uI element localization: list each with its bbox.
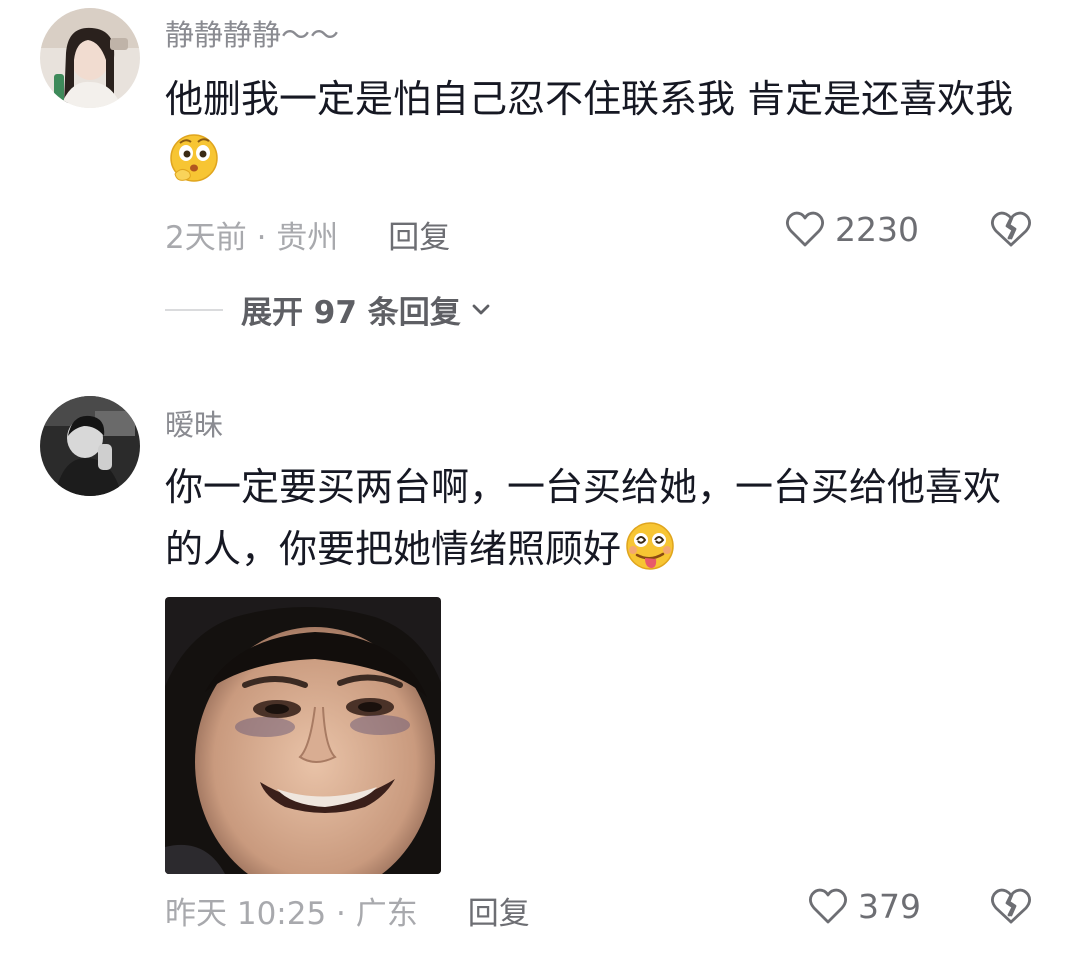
expand-divider: [165, 308, 223, 311]
avatar[interactable]: [40, 8, 140, 108]
comment-meta: 昨天 10:25 · 广东 回复: [165, 888, 530, 933]
reply-button[interactable]: 回复: [388, 212, 450, 257]
meme-face-image: [165, 597, 441, 874]
comment-time-location: 2天前 · 贵州: [165, 220, 339, 256]
like-count: 379: [858, 886, 921, 926]
broken-heart-icon: [991, 211, 1031, 247]
expand-replies-label: 展开 97 条回复: [241, 295, 461, 331]
dizzy-tongue-emoji-icon: [623, 518, 677, 572]
like-button[interactable]: 379: [806, 884, 921, 928]
like-count: 2230: [835, 209, 919, 249]
comment-text: 你一定要买两台啊，一台买给她，一台买给他喜欢的人，你要把她情绪照顾好: [165, 456, 1035, 580]
comment-item: 暧昧 你一定要买两台啊，一台买给她，一台买给他喜欢的人，你要把她情绪照顾好 昨天…: [0, 390, 1080, 953]
comment-username[interactable]: 暧昧: [165, 402, 223, 444]
comment-text-body: 他删我一定是怕自己忍不住联系我 肯定是还喜欢我: [165, 77, 1014, 121]
avatar[interactable]: [40, 396, 140, 496]
dislike-button[interactable]: [988, 207, 1034, 251]
sly-thinking-emoji-icon: [167, 130, 221, 184]
reply-button[interactable]: 回复: [468, 888, 530, 933]
like-button[interactable]: 2230: [783, 207, 919, 251]
dislike-button[interactable]: [988, 884, 1034, 928]
heart-outline-icon: [809, 888, 847, 924]
comment-meta: 2天前 · 贵州 回复: [165, 212, 450, 257]
heart-outline-icon: [786, 211, 824, 247]
broken-heart-icon: [991, 888, 1031, 924]
comment-username[interactable]: 静静静静～～: [165, 12, 339, 54]
comment-time-location: 昨天 10:25 · 广东: [165, 896, 418, 932]
comment-item: 静静静静～～ 他删我一定是怕自己忍不住联系我 肯定是还喜欢我 2天前 · 贵州 …: [0, 0, 1080, 350]
chevron-down-icon: [472, 304, 490, 314]
comment-text-body: 你一定要买两台啊，一台买给她，一台买给他喜欢的人，你要把她情绪照顾好: [165, 465, 1002, 571]
comment-text: 他删我一定是怕自己忍不住联系我 肯定是还喜欢我: [165, 68, 1035, 192]
comment-image[interactable]: [165, 597, 441, 874]
expand-replies-button[interactable]: 展开 97 条回复: [165, 287, 493, 332]
